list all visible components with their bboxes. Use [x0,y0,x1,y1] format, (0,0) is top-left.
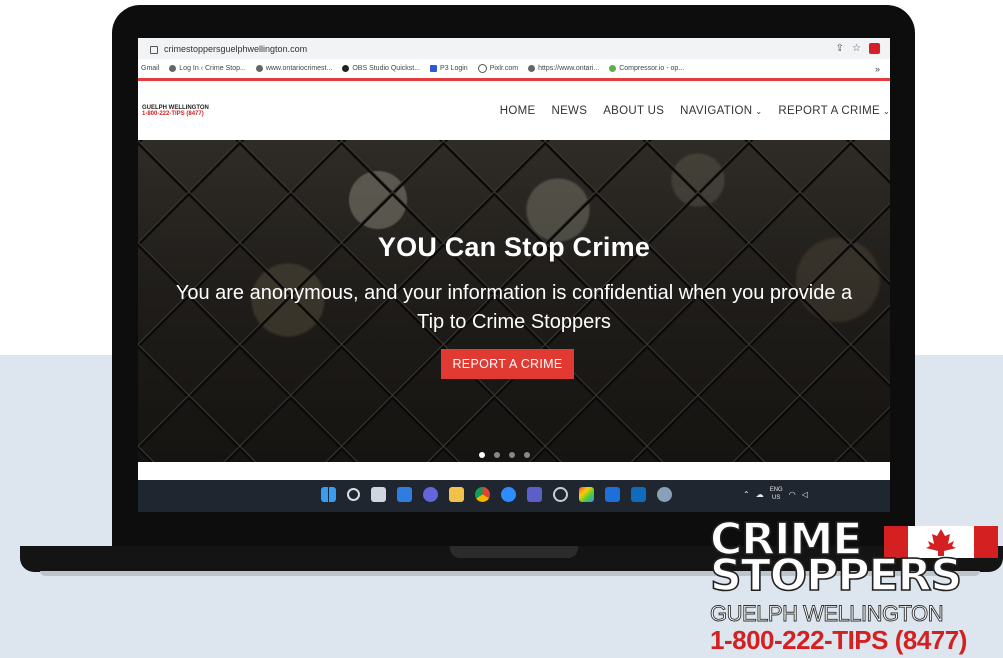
outlook-icon[interactable] [631,487,646,502]
site-logo[interactable]: GUELPH WELLINGTON 1-800-222-TIPS (8477) [142,105,209,117]
main-nav: HOME NEWS ABOUT US NAVIGATION ⌄ REPORT A … [500,105,890,117]
hero-title: YOU Can Stop Crime [377,232,651,262]
slider-dot-1[interactable] [479,452,485,458]
nav-report-a-crime[interactable]: REPORT A CRIME ⌄ [778,105,890,117]
globe-icon [528,65,536,72]
site-header: GUELPH WELLINGTON 1-800-222-TIPS (8477) … [138,81,890,140]
bookmark-ontario-https[interactable]: https://www.ontari... [528,65,599,72]
pdf-extension-icon[interactable] [869,43,880,54]
bookmarks-more-button[interactable]: » [875,64,890,74]
bookmark-pixlr[interactable]: Pixlr.com [477,64,518,73]
logo-area-text: GUELPH WELLINGTON [142,104,209,111]
widgets-icon[interactable] [397,487,412,502]
pixlr-icon [477,64,487,73]
bookmark-ontario-crime[interactable]: www.ontariocrimest... [255,65,332,72]
slider-dots [479,452,530,458]
globe-icon [169,65,177,72]
zoom-icon[interactable] [501,487,516,502]
globe-icon [255,65,263,72]
obs-icon [342,65,350,72]
share-icon[interactable]: ⇪ [836,43,844,54]
slider-dot-2[interactable] [494,452,500,458]
obs-taskbar-icon[interactable] [553,487,568,502]
logo-stoppers-text: STOPPERS [709,549,963,602]
logo-area-name: GUELPH WELLINGTON [710,601,945,627]
logo-phone-text: 1-800-222-TIPS (8477) [142,110,204,117]
bookmark-compressor[interactable]: Compressor.io - op... [609,65,684,72]
report-crime-button[interactable]: REPORT A CRIME [441,349,574,379]
windows-taskbar: ⌃ ☁ ENG US ◠ ◁ [138,480,890,512]
laptop-screen: crimestoppersguelphwellington.com ⇪ ☆ Gm… [138,38,890,512]
start-icon[interactable] [321,487,336,502]
star-icon[interactable]: ☆ [852,43,861,54]
chevron-down-icon: ⌄ [755,106,763,116]
photos-icon[interactable] [579,487,594,502]
logo-phone-number: 1-800-222-TIPS (8477) [710,625,967,655]
settings-icon[interactable] [657,487,672,502]
chrome-icon[interactable] [475,487,490,502]
address-bar[interactable]: crimestoppersguelphwellington.com ⇪ ☆ [138,38,890,59]
bookmark-p3-login[interactable]: P3 Login [430,65,468,72]
lock-icon [150,45,158,54]
nav-about-us[interactable]: ABOUT US [603,105,664,117]
region-code: US [772,495,781,501]
chevron-down-icon: ⌄ [882,106,890,116]
compressor-icon [609,65,617,72]
hero-subtitle: You are anonymous, and your information … [175,282,853,333]
crime-stoppers-logo: CRIME STOPPERS GUELPH WELLINGTON 1-800-2… [709,513,1003,658]
bookmark-obs-studio[interactable]: OBS Studio Quickst... [342,65,420,72]
file-explorer-icon[interactable] [449,487,464,502]
task-view-icon[interactable] [371,487,386,502]
slider-dot-3[interactable] [509,452,515,458]
url-text[interactable]: crimestoppersguelphwellington.com [164,44,307,54]
language-indicator[interactable]: ENG US [770,486,783,502]
volume-icon[interactable]: ◁ [802,490,808,499]
nav-navigation-label: NAVIGATION [680,104,753,117]
nav-home[interactable]: HOME [500,105,536,117]
wifi-icon[interactable]: ◠ [789,490,796,499]
taskbar-apps [321,487,672,502]
p3-icon [430,65,438,72]
nav-navigation[interactable]: NAVIGATION ⌄ [680,105,762,117]
teams-icon[interactable] [527,487,542,502]
bookmark-gmail[interactable]: Gmail [141,65,159,72]
store-icon[interactable] [605,487,620,502]
search-icon[interactable] [347,488,360,501]
hero-slider: YOU Can Stop Crime You are anonymous, an… [138,140,890,462]
bookmarks-bar: Gmail Log In ‹ Crime Stop... www.ontario… [138,59,890,81]
language-code: ENG [769,487,783,493]
nav-report-label: REPORT A CRIME [778,104,880,117]
nav-news[interactable]: NEWS [551,105,587,117]
network-icon[interactable]: ☁ [756,490,764,499]
slider-dot-4[interactable] [524,452,530,458]
system-tray: ⌃ ☁ ENG US ◠ ◁ [743,486,808,502]
laptop-notch [450,546,578,558]
chevron-up-icon[interactable]: ⌃ [743,490,750,499]
chat-icon[interactable] [423,487,438,502]
page-below-hero [138,462,890,480]
address-bar-actions: ⇪ ☆ [836,43,890,54]
bookmark-crime-stoppers-login[interactable]: Log In ‹ Crime Stop... [169,65,246,72]
